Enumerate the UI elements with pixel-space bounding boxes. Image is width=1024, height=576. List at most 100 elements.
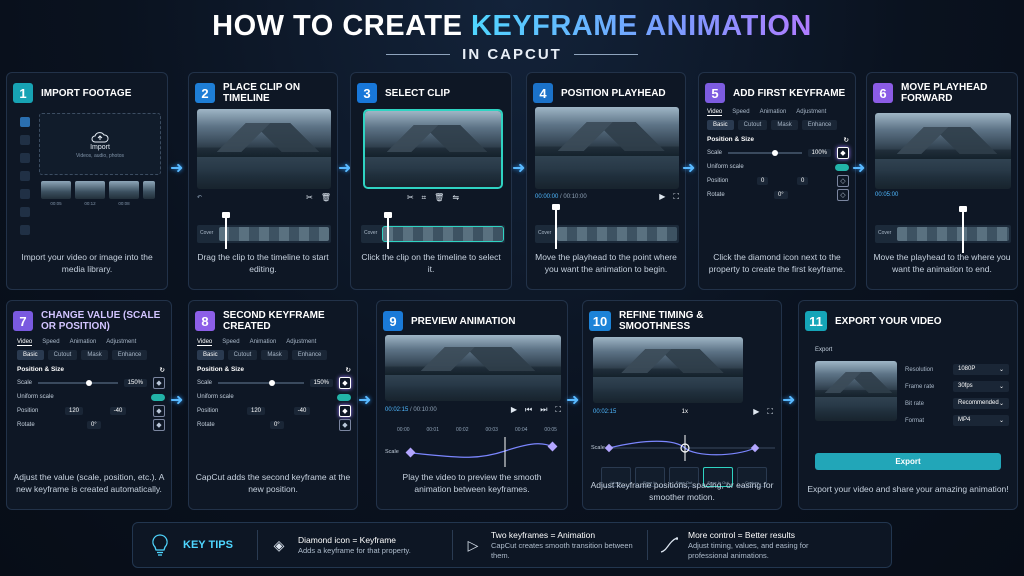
keyframe-diamond-icon[interactable]: [605, 443, 614, 453]
stickers-tab-icon[interactable]: [20, 171, 30, 181]
playhead[interactable]: [384, 212, 392, 249]
play-icon[interactable]: ▶: [511, 405, 517, 415]
keyframe-diamond-icon[interactable]: ◆: [339, 419, 351, 431]
keyframe-diamond-icon[interactable]: ◆: [153, 419, 165, 431]
filters-tab-icon[interactable]: [20, 225, 30, 235]
tab-video[interactable]: Video: [197, 339, 213, 346]
subtab-mask[interactable]: Mask: [261, 350, 288, 360]
reset-icon[interactable]: ↻: [346, 366, 351, 374]
uniform-scale-toggle[interactable]: [337, 393, 351, 401]
tab-video[interactable]: Video: [17, 339, 33, 346]
position-y-field[interactable]: -40: [293, 407, 311, 415]
keyframe-diamond-icon[interactable]: ◆: [837, 147, 849, 159]
tab-adjustment[interactable]: Adjustment: [796, 109, 826, 116]
timeline-track[interactable]: Cover: [875, 225, 1011, 243]
subtab-cutout[interactable]: Cutout: [737, 120, 768, 130]
keyframe-diamond-icon[interactable]: [547, 441, 558, 452]
keyframe-diamond-icon[interactable]: [405, 447, 416, 458]
scale-slider[interactable]: [218, 380, 304, 386]
subtab-cutout[interactable]: Cutout: [227, 350, 258, 360]
video-clip[interactable]: [557, 227, 677, 241]
position-x-field[interactable]: 120: [247, 407, 266, 415]
subtab-mask[interactable]: Mask: [771, 120, 798, 130]
mirror-icon[interactable]: ⇋: [452, 193, 459, 203]
media-tab-icon[interactable]: [20, 117, 30, 127]
speed-label[interactable]: 1x: [682, 409, 688, 415]
scale-value[interactable]: 100%: [807, 149, 831, 157]
subtab-cutout[interactable]: Cutout: [47, 350, 78, 360]
text-tab-icon[interactable]: [20, 153, 30, 163]
tab-adjustment[interactable]: Adjustment: [286, 339, 316, 346]
keyframe-diamond-icon[interactable]: ◆: [153, 377, 165, 389]
audio-tab-icon[interactable]: [20, 135, 30, 145]
effects-tab-icon[interactable]: [20, 189, 30, 199]
fullscreen-icon[interactable]: ⛶: [767, 407, 773, 417]
play-icon[interactable]: ▶: [753, 407, 759, 417]
tab-animation[interactable]: Animation: [760, 109, 787, 116]
video-clip-selected[interactable]: [382, 226, 504, 242]
position-x-field[interactable]: 120: [65, 407, 84, 415]
uniform-scale-toggle[interactable]: [151, 393, 165, 401]
playhead[interactable]: [222, 212, 230, 249]
skip-back-icon[interactable]: ⏮: [525, 405, 532, 415]
tab-speed[interactable]: Speed: [222, 339, 239, 346]
keyframe-diamond-icon[interactable]: ◇: [836, 175, 849, 187]
timeline-track[interactable]: Cover: [197, 225, 331, 243]
keyframe-diamond-icon[interactable]: ◇: [837, 189, 849, 201]
video-clip[interactable]: [897, 227, 1009, 241]
tab-speed[interactable]: Speed: [732, 109, 749, 116]
delete-icon[interactable]: 🗑: [321, 193, 331, 202]
tab-animation[interactable]: Animation: [250, 339, 277, 346]
subtab-enhance[interactable]: Enhance: [111, 350, 148, 360]
tab-adjustment[interactable]: Adjustment: [106, 339, 136, 346]
split-icon[interactable]: ✂: [407, 193, 414, 203]
tab-speed[interactable]: Speed: [42, 339, 59, 346]
rotate-field[interactable]: 0°: [86, 421, 101, 429]
frame-rate-select[interactable]: 30fps ⌄: [953, 381, 1009, 392]
rotate-field[interactable]: 0°: [773, 191, 788, 199]
reset-icon[interactable]: ↻: [160, 366, 165, 374]
resolution-select[interactable]: 1080P ⌄: [953, 364, 1009, 375]
undo-icon[interactable]: ↶: [197, 194, 202, 201]
position-x-field[interactable]: 0: [757, 177, 769, 185]
fullscreen-icon[interactable]: ⛶: [673, 192, 679, 202]
subtab-basic[interactable]: Basic: [707, 120, 734, 130]
split-icon[interactable]: ✂: [306, 193, 313, 202]
subtab-enhance[interactable]: Enhance: [291, 350, 328, 360]
skip-forward-icon[interactable]: ⏭: [540, 405, 547, 415]
media-thumbnail[interactable]: [41, 181, 71, 199]
fullscreen-icon[interactable]: ⛶: [555, 405, 561, 415]
media-thumbnail[interactable]: [109, 181, 139, 199]
playhead[interactable]: [959, 206, 967, 253]
position-y-field[interactable]: 0: [796, 177, 809, 185]
tab-video[interactable]: Video: [707, 109, 723, 116]
preview-player-selected[interactable]: [363, 109, 503, 189]
scale-value[interactable]: 150%: [123, 379, 147, 387]
media-thumbnail[interactable]: [143, 181, 155, 199]
rotate-field[interactable]: 0°: [269, 421, 284, 429]
format-select[interactable]: MP4 ⌄: [953, 415, 1009, 426]
uniform-scale-toggle[interactable]: [835, 163, 849, 171]
position-y-field[interactable]: -40: [109, 407, 127, 415]
subtab-mask[interactable]: Mask: [81, 350, 108, 360]
playhead[interactable]: [552, 204, 560, 249]
media-thumbnail[interactable]: [75, 181, 105, 199]
subtab-basic[interactable]: Basic: [17, 350, 44, 360]
keyframe-diamond-icon[interactable]: ◆: [339, 377, 351, 389]
scale-slider[interactable]: [728, 150, 802, 156]
timeline-track[interactable]: Cover: [361, 225, 505, 243]
import-button[interactable]: Import Videos, audio, photos: [39, 113, 161, 175]
crop-icon[interactable]: ⌗: [422, 193, 427, 203]
subtab-enhance[interactable]: Enhance: [801, 120, 838, 130]
transitions-tab-icon[interactable]: [20, 207, 30, 217]
scale-slider[interactable]: [38, 380, 118, 386]
bit-rate-select[interactable]: Recommended ⌄: [953, 398, 1009, 409]
keyframe-diamond-icon[interactable]: [750, 443, 760, 453]
play-icon[interactable]: ▶: [659, 192, 665, 202]
keyframe-diamond-icon[interactable]: ◆: [152, 405, 165, 417]
reset-icon[interactable]: ↻: [844, 136, 849, 144]
scale-value[interactable]: 150%: [309, 379, 333, 387]
tab-animation[interactable]: Animation: [70, 339, 97, 346]
video-clip[interactable]: [219, 227, 329, 241]
export-button[interactable]: Export: [815, 453, 1001, 470]
